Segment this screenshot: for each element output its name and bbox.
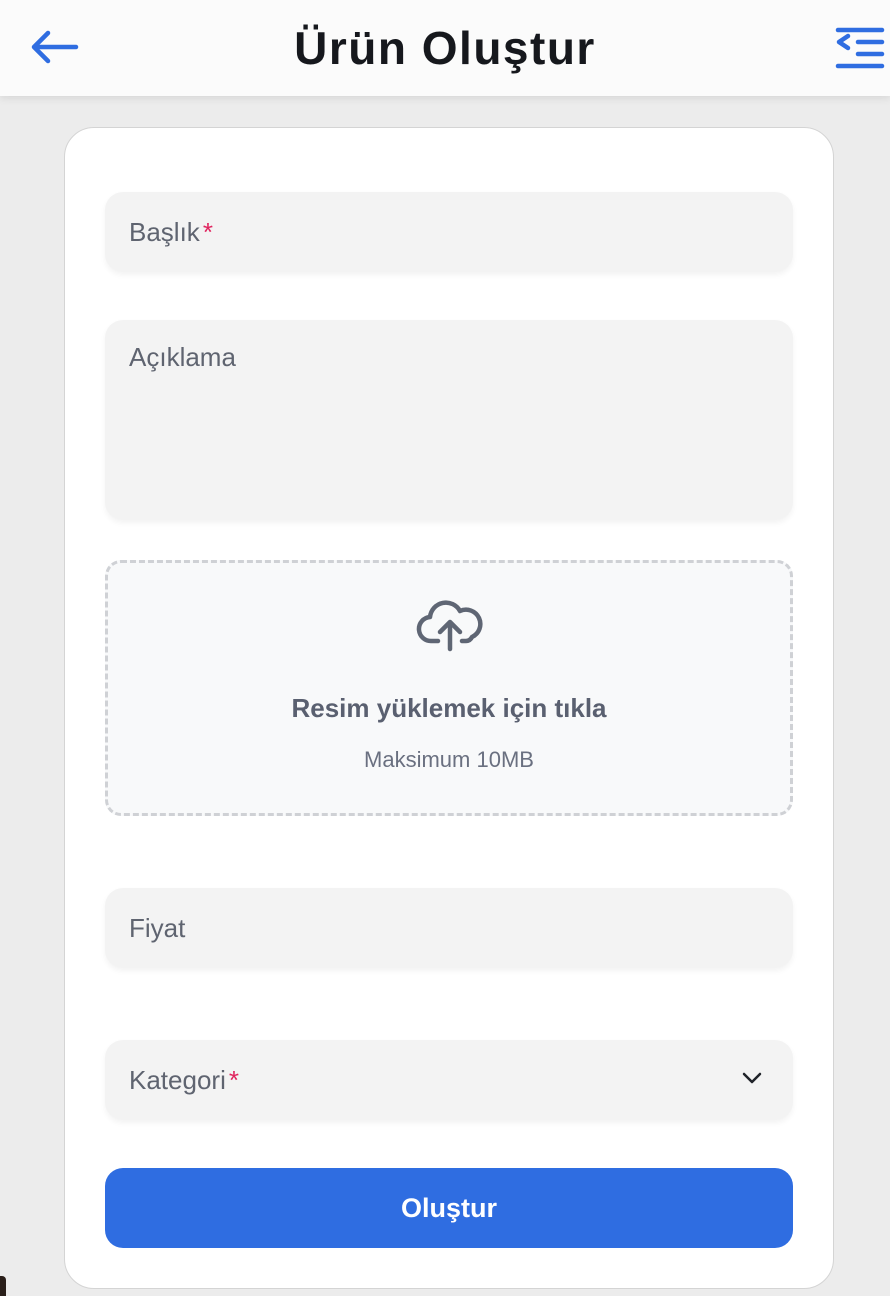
required-marker: * [202,217,213,247]
menu-button[interactable] [834,24,886,72]
title-placeholder: Başlık * [129,217,213,247]
required-marker: * [228,1065,239,1095]
cloud-upload-icon [416,600,483,652]
create-button[interactable]: Oluştur [105,1168,793,1248]
upload-title: Resim yüklemek için tıkla [291,693,607,723]
background-corner [0,1276,6,1296]
price-field[interactable]: Fiyat [105,888,793,968]
title-field[interactable]: Başlık * [105,192,793,272]
top-bar: Ürün Oluştur [0,0,890,96]
category-select[interactable]: Kategori * [105,1040,793,1120]
product-form-card: Başlık * Açıklama Resim yüklemek için tık… [64,127,834,1289]
chevron-down-icon [742,1072,762,1084]
description-field[interactable]: Açıklama [105,320,793,520]
category-placeholder: Kategori * [129,1065,239,1095]
price-placeholder: Fiyat [129,913,186,943]
page-title: Ürün Oluştur [294,22,596,74]
description-placeholder: Açıklama [129,342,236,372]
indent-menu-icon [835,27,885,69]
upload-size-limit: Maksimum 10MB [364,747,534,772]
image-upload-dropzone[interactable]: Resim yüklemek için tıkla Maksimum 10MB [105,560,793,816]
